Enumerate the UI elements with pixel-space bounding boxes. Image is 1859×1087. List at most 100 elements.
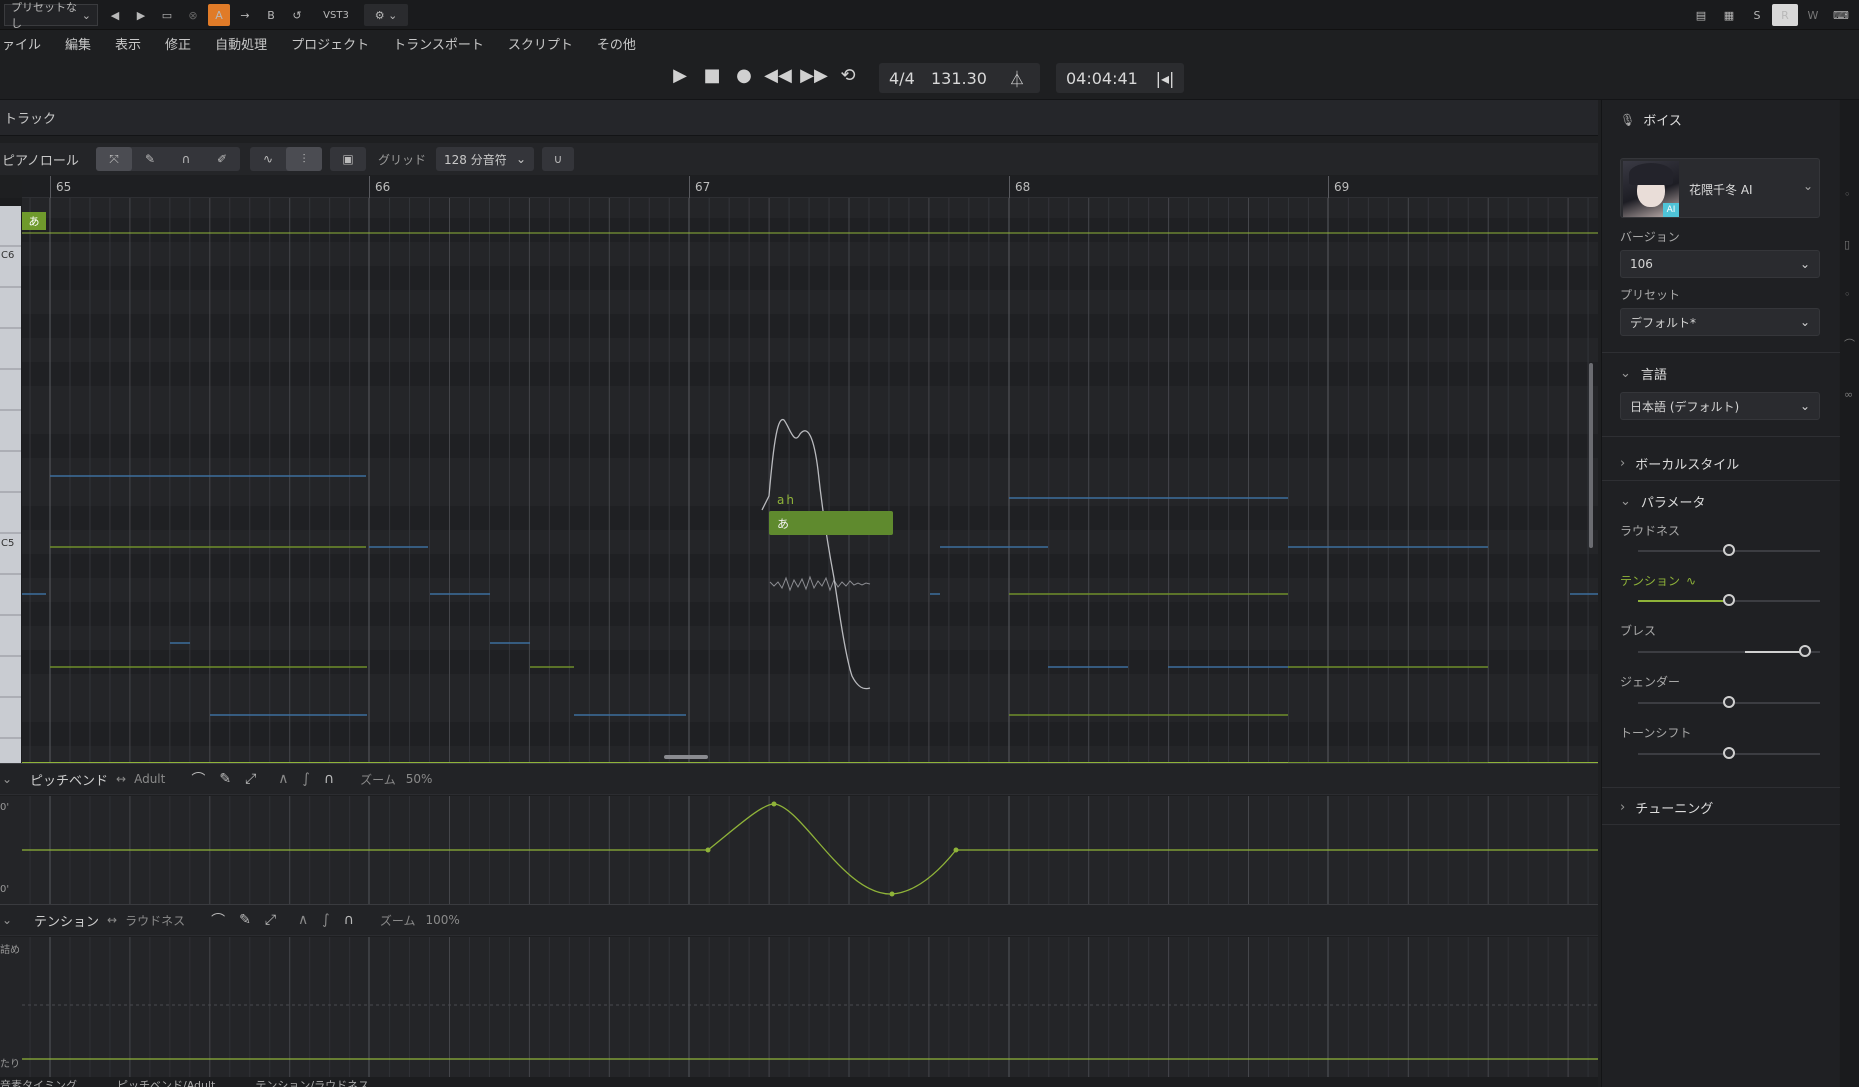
s-curve-icon[interactable]: ∫ — [303, 771, 310, 787]
pitch-linked-label[interactable]: Adult — [134, 772, 165, 786]
pitch-curve-tool-icon[interactable]: ∩ — [168, 147, 204, 171]
metronome-icon[interactable]: ⏃ — [1003, 66, 1031, 90]
menu-file[interactable]: ァイル — [2, 34, 41, 53]
tab-phoneme-timing[interactable]: 音素タイミング — [0, 1077, 77, 1087]
lane-resize-handle[interactable] — [664, 755, 708, 759]
language-select[interactable]: 日本語 (デフォルト) ⌄ — [1620, 392, 1820, 420]
vertical-scrollbar[interactable] — [1589, 363, 1593, 548]
voice-preset-select[interactable]: デフォルト* ⌄ — [1620, 308, 1820, 336]
menu-auto[interactable]: 自動処理 — [215, 34, 267, 53]
pen-icon[interactable]: ✎ — [219, 771, 231, 787]
version-select[interactable]: 106 ⌄ — [1620, 250, 1820, 278]
midi-icon[interactable]: ▦ — [1716, 4, 1742, 26]
r-button[interactable]: R — [1772, 4, 1798, 26]
keyboard-icon[interactable]: ⌨ — [1828, 4, 1854, 26]
pitch-control-point[interactable] — [953, 847, 959, 853]
stop-icon[interactable]: ■ — [700, 65, 724, 86]
tension-canvas[interactable] — [22, 937, 1598, 1077]
pen-icon[interactable]: ✎ — [239, 912, 251, 928]
preset-select[interactable]: プリセットなし ⌄ — [4, 1, 98, 30]
close-circle-icon[interactable]: ⊗ — [182, 4, 204, 26]
slider-knob[interactable] — [1723, 747, 1735, 759]
piano-roll-grid[interactable]: あ ah あ — [22, 198, 1598, 763]
curve-select-icon[interactable]: ⌒ — [211, 910, 225, 930]
tension-label[interactable]: テンション — [34, 911, 99, 930]
collapse-chevron-icon[interactable]: ⌄ — [0, 772, 30, 786]
ab-b-button[interactable]: B — [260, 4, 282, 26]
tempo-value[interactable]: 131.30 — [931, 69, 1003, 88]
tab-pitch-bend[interactable]: ピッチベンド/Adult — [117, 1077, 215, 1087]
pitch-bend-lane[interactable]: 0' 0' — [0, 796, 1598, 904]
slider-knob[interactable] — [1723, 594, 1735, 606]
ab-a-button[interactable]: A — [208, 4, 230, 26]
note-grid-canvas[interactable] — [22, 198, 1598, 763]
play-icon[interactable]: ▶ — [668, 65, 692, 86]
peak-shape-icon[interactable]: ∧ — [298, 912, 308, 928]
tuning-section-header[interactable]: › チューニング — [1620, 798, 1713, 817]
bar-ruler[interactable]: 65 66 67 68 69 — [22, 176, 1598, 198]
w-button[interactable]: W — [1800, 4, 1826, 26]
next-preset-icon[interactable]: ▶ — [130, 4, 152, 26]
slider-knob[interactable] — [1799, 645, 1812, 657]
magnet-snap-icon[interactable]: ∪ — [542, 147, 574, 171]
parameters-section-header[interactable]: ⌄ パラメータ — [1620, 492, 1706, 511]
pitch-bend-curve[interactable] — [22, 803, 1598, 895]
arc-shape-icon[interactable]: ∩ — [324, 771, 334, 787]
position-display[interactable]: 04:04:41 |◂| — [1056, 63, 1184, 93]
clip-icon[interactable]: ▣ — [330, 147, 366, 171]
tension-linked-label[interactable]: ラウドネス — [125, 912, 185, 929]
ab-copy-button[interactable]: → — [234, 4, 256, 26]
fast-forward-icon[interactable]: ▶▶ — [800, 65, 828, 86]
loop-icon[interactable]: ⟲ — [836, 65, 860, 86]
menu-script[interactable]: スクリプト — [508, 34, 573, 53]
tension-lane[interactable]: 詰め たり — [0, 937, 1598, 1077]
tone-shift-slider[interactable] — [1638, 747, 1820, 759]
line-tool-icon[interactable]: ⤢ — [245, 771, 256, 787]
window-icon[interactable]: ▤ — [1688, 4, 1714, 26]
note-block[interactable]: あ — [769, 511, 893, 535]
tension-slider[interactable] — [1638, 594, 1820, 606]
tempo-display[interactable]: 4/4 131.30 ⏃ — [879, 63, 1040, 93]
menu-transport[interactable]: トランスポート — [393, 34, 484, 53]
menu-edit[interactable]: 編集 — [65, 34, 91, 53]
arc-shape-icon[interactable]: ∩ — [344, 912, 354, 928]
record-icon[interactable]: ● — [732, 65, 756, 86]
s-button[interactable]: S — [1744, 4, 1770, 26]
side-toolbar-icons[interactable]: ◦ ▯ ◦ ⌒ ∞ — [1844, 170, 1855, 420]
tab-tension-loudness[interactable]: テンション/ラウドネス — [255, 1077, 369, 1087]
language-section-header[interactable]: ⌄ 言語 — [1620, 364, 1667, 383]
save-icon[interactable]: ▭ — [156, 4, 178, 26]
grid-select[interactable]: 128 分音符 ⌄ — [436, 147, 535, 171]
waveform-view-icon[interactable]: ⫶ — [286, 147, 322, 171]
curve-select-icon[interactable]: ⌒ — [191, 769, 205, 789]
settings-gear-button[interactable]: ⚙ ⌄ — [364, 4, 408, 26]
piano-keyboard[interactable]: C6 C5 — [0, 198, 22, 763]
pitch-control-point[interactable] — [889, 891, 895, 897]
time-signature[interactable]: 4/4 — [879, 69, 931, 88]
pitch-zoom-value[interactable]: 50% — [406, 772, 433, 786]
menu-modify[interactable]: 修正 — [165, 34, 191, 53]
s-curve-icon[interactable]: ∫ — [322, 912, 329, 928]
menu-view[interactable]: 表示 — [115, 34, 141, 53]
slider-knob[interactable] — [1723, 696, 1735, 708]
menu-project[interactable]: プロジェクト — [291, 34, 369, 53]
select-tool-icon[interactable]: ⤧ — [96, 147, 132, 171]
slider-knob[interactable] — [1723, 544, 1735, 556]
pitch-draw-tool-icon[interactable]: ✐ — [204, 147, 240, 171]
previous-preset-icon[interactable]: ◀ — [104, 4, 126, 26]
pitch-control-point[interactable] — [705, 847, 711, 853]
return-to-start-icon[interactable]: |◂| — [1152, 69, 1178, 88]
peak-shape-icon[interactable]: ∧ — [278, 771, 288, 787]
pitch-view-icon[interactable]: ∿ — [250, 147, 286, 171]
voice-select[interactable]: AI 花隈千冬 AI ⌄ — [1620, 158, 1820, 218]
pitch-bend-canvas[interactable] — [22, 796, 1598, 904]
vocal-style-section-header[interactable]: › ボーカルスタイル — [1620, 454, 1739, 473]
lyric-marker[interactable]: あ — [22, 212, 46, 230]
line-tool-icon[interactable]: ⤢ — [265, 912, 276, 928]
rewind-icon[interactable]: ◀◀ — [764, 65, 792, 86]
gender-slider[interactable] — [1638, 696, 1820, 708]
loudness-slider[interactable] — [1638, 544, 1820, 556]
note-pen-tool-icon[interactable]: ✎ — [132, 147, 168, 171]
collapse-chevron-icon[interactable]: ⌄ — [0, 913, 34, 927]
pitch-bend-label[interactable]: ピッチベンド — [30, 770, 108, 789]
